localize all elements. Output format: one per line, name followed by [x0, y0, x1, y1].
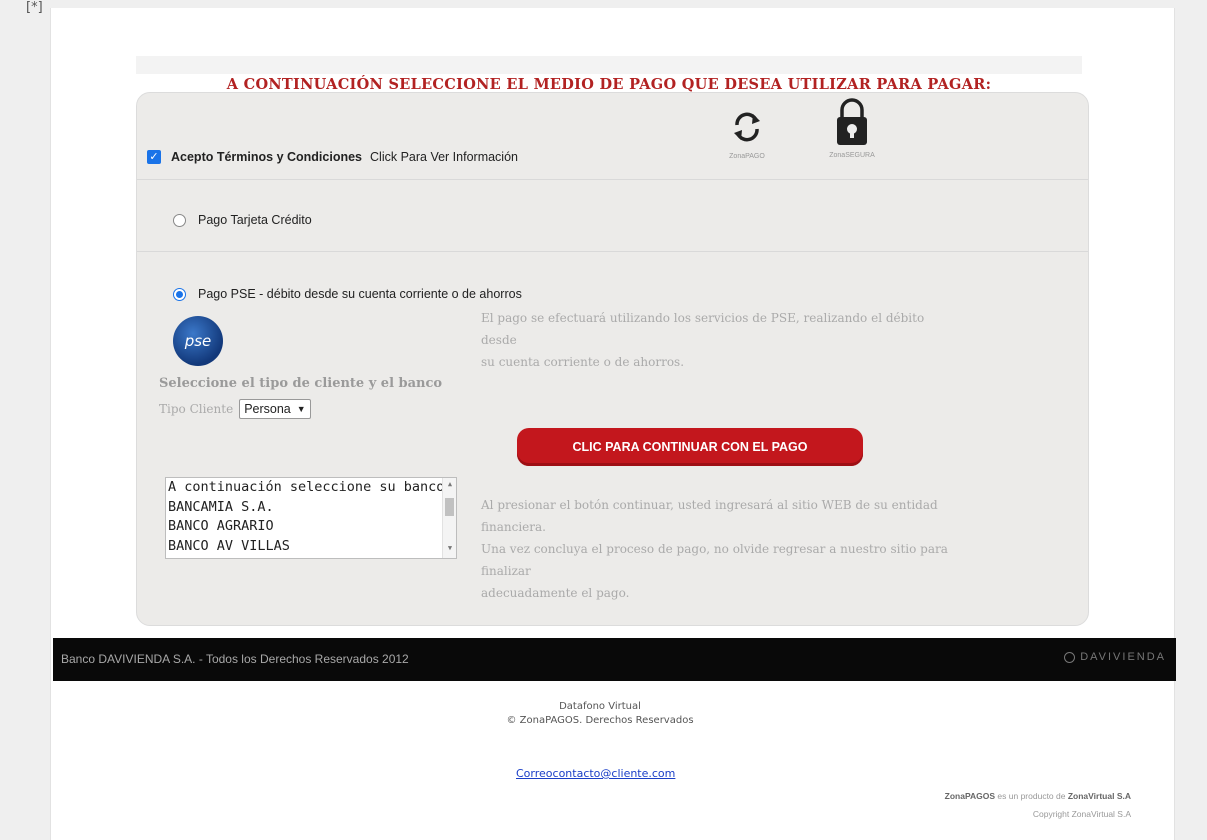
pse-option[interactable]: Pago PSE - débito desde su cuenta corrie…: [173, 287, 522, 301]
zonapagos-company: ZonaVirtual S.A: [1067, 791, 1131, 801]
zonapagos-middle: es un producto de: [997, 791, 1066, 801]
payment-panel: ✓ Acepto Términos y Condiciones Click Pa…: [136, 92, 1089, 626]
zonapagos-credit: ZonaPAGOS es un producto de ZonaVirtual …: [945, 787, 1131, 823]
scroll-down-icon[interactable]: ▼: [443, 544, 456, 556]
credit-card-label: Pago Tarjeta Crédito: [198, 213, 312, 227]
footer-bar: Banco DAVIVIENDA S.A. - Todos los Derech…: [53, 638, 1176, 681]
bank-listbox[interactable]: A continuación seleccione su banco BANCA…: [165, 477, 457, 559]
pse-logo: pse: [173, 316, 223, 366]
zonapago-badge: ZonaPAGO: [717, 109, 777, 160]
bank-option[interactable]: A continuación seleccione su banco: [166, 478, 456, 498]
client-type-row: Tipo Cliente Persona ▼: [159, 399, 311, 419]
client-type-select[interactable]: Persona ▼: [239, 399, 311, 419]
scroll-thumb[interactable]: [445, 498, 454, 516]
chevron-down-icon: ▼: [296, 404, 306, 414]
pse-description: El pago se efectuará utilizando los serv…: [481, 311, 925, 369]
datafono-title: Datafono Virtual: [559, 701, 641, 712]
bank-option[interactable]: BANCAMIA S.A.: [166, 498, 456, 518]
bank-list-scrollbar[interactable]: ▲ ▼: [442, 478, 456, 558]
footer-brand-text: DAVIVIENDA: [1080, 651, 1166, 663]
lock-icon: [837, 98, 867, 145]
refresh-icon: [734, 112, 760, 142]
corner-mark: [*]: [26, 0, 43, 15]
scroll-up-icon[interactable]: ▲: [443, 480, 456, 492]
header-band: [136, 56, 1082, 74]
client-type-label: Tipo Cliente: [159, 402, 234, 416]
zonasegura-caption: ZonaSEGURA: [829, 152, 875, 159]
pse-radio[interactable]: [173, 287, 186, 301]
separator: [137, 251, 1088, 252]
credit-card-option[interactable]: Pago Tarjeta Crédito: [173, 213, 312, 227]
terms-info-link[interactable]: Click Para Ver Información: [370, 150, 518, 164]
credit-card-radio[interactable]: [173, 213, 186, 227]
zonapagos-copyright: Copyright ZonaVirtual S.A: [1032, 809, 1131, 819]
davivienda-logo-icon: [1064, 651, 1076, 663]
pse-label: Pago PSE - débito desde su cuenta corrie…: [198, 287, 522, 301]
bank-option[interactable]: BANCO AGRARIO: [166, 517, 456, 537]
datafono-rights: © ZonaPAGOS. Derechos Reservados: [506, 715, 694, 726]
terms-checkbox[interactable]: ✓: [147, 150, 161, 164]
content-area: A CONTINUACIÓN SELECCIONE EL MEDIO DE PA…: [50, 8, 1175, 708]
zonapagos-brand: ZonaPAGOS: [944, 791, 996, 801]
continue-payment-button[interactable]: CLIC PARA CONTINUAR CON EL PAGO: [517, 428, 863, 466]
page-title: A CONTINUACIÓN SELECCIONE EL MEDIO DE PA…: [226, 76, 992, 93]
separator: [137, 179, 1088, 180]
client-type-value: Persona: [244, 402, 291, 416]
zonapago-caption: ZonaPAGO: [729, 153, 765, 160]
terms-label: Acepto Términos y Condiciones: [171, 150, 363, 164]
footer-brand: DAVIVIENDA: [1064, 651, 1166, 663]
footer-copyright: Banco DAVIVIENDA S.A. - Todos los Derech…: [61, 652, 409, 666]
datafono-info: Datafono Virtual © ZonaPAGOS. Derechos R…: [470, 700, 730, 728]
terms-row: ✓ Acepto Términos y Condiciones Click Pa…: [147, 150, 518, 164]
contact-email-link[interactable]: Correocontacto@cliente.com: [516, 767, 675, 780]
bank-option[interactable]: BANCO AV VILLAS: [166, 537, 456, 557]
client-section-title: Seleccione el tipo de cliente y el banco: [159, 376, 443, 391]
bank-note: Al presionar el botón continuar, usted i…: [481, 498, 948, 600]
zonasegura-badge: ZonaSEGURA: [817, 97, 887, 159]
